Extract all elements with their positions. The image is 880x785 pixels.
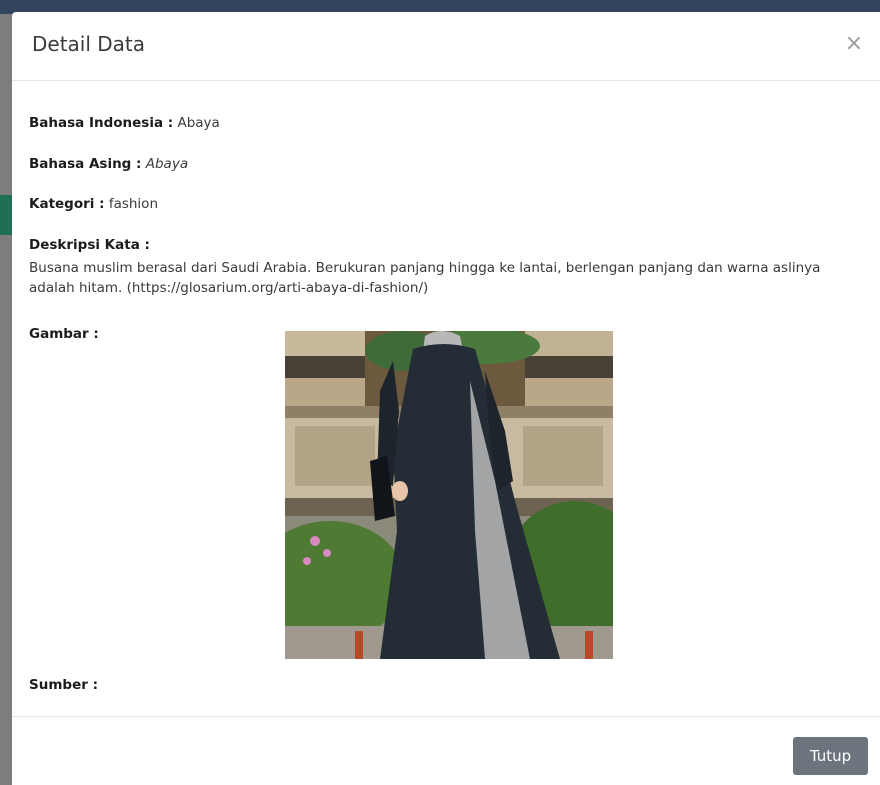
close-button[interactable]: × — [842, 32, 866, 56]
field-sumber: Sumber : — [29, 677, 98, 693]
field-label: Bahasa Asing : — [29, 156, 142, 172]
field-bahasa-indonesia: Bahasa Indonesia : Abaya — [29, 115, 220, 131]
description-text: Busana muslim berasal dari Saudi Arabia.… — [29, 260, 821, 296]
field-bahasa-asing: Bahasa Asing : Abaya — [29, 156, 188, 172]
field-deskripsi: Deskripsi Kata : — [29, 237, 150, 253]
tutup-button[interactable]: Tutup — [793, 737, 868, 775]
field-label: Kategori : — [29, 196, 105, 212]
detail-modal: Detail Data × Bahasa Indonesia : Abaya B… — [12, 12, 880, 785]
field-value: Abaya — [145, 156, 189, 172]
field-kategori: Kategori : fashion — [29, 196, 158, 212]
page-background-element — [0, 195, 12, 235]
modal-title: Detail Data — [32, 32, 146, 56]
field-gambar: Gambar : — [29, 326, 99, 342]
abaya-image — [285, 331, 613, 659]
field-value: fashion — [108, 196, 158, 212]
modal-footer: Tutup — [12, 716, 880, 785]
close-icon: × — [844, 31, 864, 56]
field-label: Gambar : — [29, 326, 99, 342]
modal-header: Detail Data × — [12, 12, 880, 81]
field-label: Bahasa Indonesia : — [29, 115, 174, 131]
abaya-photo-illustration — [285, 331, 613, 659]
field-value: Abaya — [177, 115, 220, 131]
field-label: Deskripsi Kata : — [29, 237, 150, 253]
field-label: Sumber : — [29, 677, 98, 693]
